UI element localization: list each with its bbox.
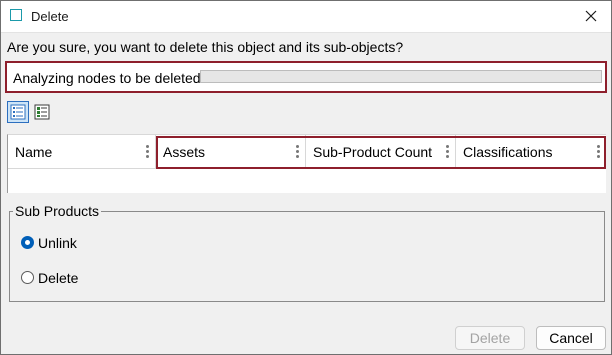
- details-view-button[interactable]: [31, 101, 53, 123]
- delete-button[interactable]: Delete: [455, 326, 525, 350]
- sub-products-legend: Sub Products: [13, 203, 102, 219]
- sub-products-group: [9, 211, 605, 302]
- column-header-sub-product-count[interactable]: Sub-Product Count: [306, 135, 456, 168]
- analysis-label: Analyzing nodes to be deleted.: [13, 70, 205, 86]
- confirm-question: Are you sure, you want to delete this ob…: [7, 39, 404, 55]
- column-header-assets[interactable]: Assets: [156, 135, 306, 168]
- delete-dialog: Delete Are you sure, you want to delete …: [0, 0, 612, 355]
- column-menu-icon[interactable]: [597, 145, 600, 160]
- list-view-button[interactable]: [7, 101, 29, 123]
- column-header-name[interactable]: Name: [8, 135, 156, 168]
- list-view-icon: [10, 104, 26, 120]
- analysis-progress-bar: [200, 70, 602, 83]
- close-button[interactable]: [571, 1, 611, 32]
- objects-grid: Name Assets Sub-Product Count Classifica…: [7, 134, 606, 193]
- column-header-classifications[interactable]: Classifications: [456, 135, 606, 168]
- radio-label: Unlink: [38, 235, 77, 251]
- column-menu-icon[interactable]: [146, 145, 149, 160]
- analysis-panel: Analyzing nodes to be deleted.: [5, 61, 607, 93]
- radio-indicator: [21, 236, 34, 249]
- column-label: Classifications: [463, 144, 553, 160]
- window-title: Delete: [31, 9, 69, 24]
- column-label: Name: [15, 144, 53, 160]
- cancel-button[interactable]: Cancel: [536, 326, 606, 350]
- title-bar: Delete: [1, 1, 611, 33]
- radio-label: Delete: [38, 270, 79, 286]
- column-menu-icon[interactable]: [296, 145, 299, 160]
- details-view-icon: [34, 104, 50, 120]
- radio-indicator: [21, 271, 34, 284]
- app-icon: [10, 9, 22, 21]
- column-menu-icon[interactable]: [446, 145, 449, 160]
- close-icon: [585, 10, 597, 22]
- column-label: Assets: [163, 144, 206, 160]
- grid-header: Name Assets Sub-Product Count Classifica…: [8, 135, 606, 169]
- column-label: Sub-Product Count: [313, 144, 433, 160]
